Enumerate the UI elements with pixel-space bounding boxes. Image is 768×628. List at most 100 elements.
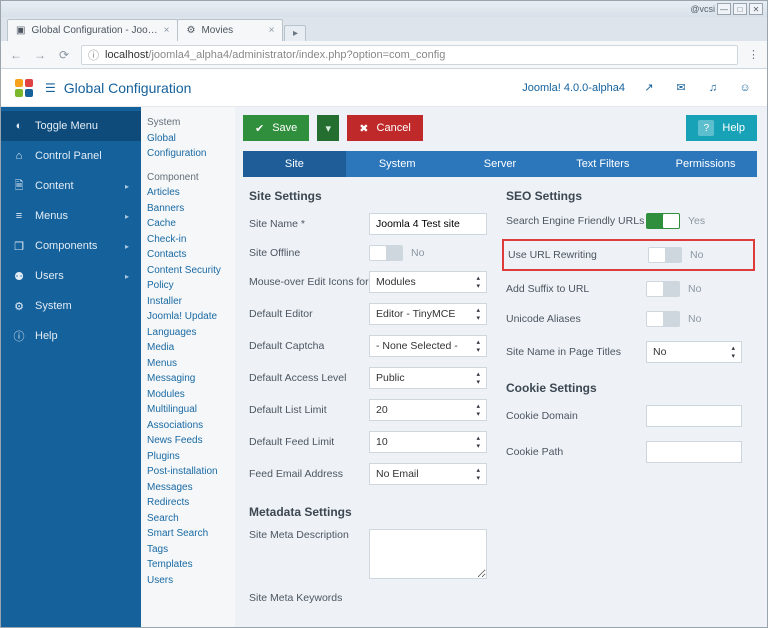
field-label: Use URL Rewriting: [508, 249, 648, 261]
suffix-toggle[interactable]: [646, 281, 680, 297]
sidebar-toggle-menu[interactable]: ◐Toggle Menu: [1, 111, 141, 141]
home-icon: ⌂: [13, 150, 25, 162]
site-name-input[interactable]: [369, 213, 487, 235]
tab-server[interactable]: Server: [449, 151, 552, 177]
subnav-list: ArticlesBannersCacheCheck-inContactsCont…: [147, 185, 231, 588]
browser-tab[interactable]: ▣ Global Configuration - Joo… ×: [7, 19, 178, 41]
field-label: Site Name *: [249, 218, 369, 230]
external-link-icon[interactable]: ↗: [641, 81, 657, 94]
help-button[interactable]: ?Help: [686, 115, 757, 141]
access-select[interactable]: Public▴▾: [369, 367, 487, 389]
window-maximize-button[interactable]: □: [733, 3, 747, 15]
subnav-item[interactable]: Articles: [147, 185, 231, 201]
browser-tab[interactable]: ⚙ Movies ×: [177, 19, 283, 41]
question-icon: ?: [698, 120, 714, 136]
address-bar[interactable]: ⓘ localhost/joomla4_alpha4/administrator…: [81, 45, 738, 65]
mail-icon[interactable]: ✉: [673, 81, 689, 94]
toggle-state: No: [690, 249, 703, 261]
subnav-item[interactable]: Multilingual Associations: [147, 402, 231, 433]
unicode-toggle[interactable]: [646, 311, 680, 327]
subnav-item[interactable]: Banners: [147, 201, 231, 217]
sidebar-item-label: Content: [35, 180, 74, 192]
browser-menu-button[interactable]: ⋮: [748, 48, 759, 61]
new-tab-button[interactable]: ▸: [284, 25, 306, 41]
editor-select[interactable]: Editor - TinyMCE▴▾: [369, 303, 487, 325]
sidebar-item-label: Menus: [35, 210, 68, 222]
cancel-button[interactable]: ✖Cancel: [347, 115, 422, 141]
sidebar-users[interactable]: ⚉Users▸: [1, 261, 141, 291]
subnav-item[interactable]: Contacts: [147, 247, 231, 263]
close-icon[interactable]: ×: [164, 25, 170, 36]
subnav-item[interactable]: Messaging: [147, 371, 231, 387]
browser-tabstrip: ▣ Global Configuration - Joo… × ⚙ Movies…: [1, 17, 767, 41]
subnav-item[interactable]: Cache: [147, 216, 231, 232]
subnav-item[interactable]: Joomla! Update: [147, 309, 231, 325]
subnav-item[interactable]: Modules: [147, 387, 231, 403]
site-offline-toggle[interactable]: [369, 245, 403, 261]
site-settings-heading: Site Settings: [249, 189, 494, 203]
back-button[interactable]: ←: [9, 48, 23, 62]
feed-limit-select[interactable]: 10▴▾: [369, 431, 487, 453]
subnav-item[interactable]: Users: [147, 573, 231, 589]
subnav-item[interactable]: Redirects: [147, 495, 231, 511]
subnav-item[interactable]: Content Security Policy: [147, 263, 231, 294]
window-titlebar: @vcsi — □ ✕: [1, 1, 767, 17]
subnav-global-config[interactable]: Global Configuration: [147, 131, 231, 162]
subnav-item[interactable]: Post-installation Messages: [147, 464, 231, 495]
list-limit-select[interactable]: 20▴▾: [369, 399, 487, 421]
forward-button[interactable]: →: [33, 48, 47, 62]
subnav-item[interactable]: News Feeds: [147, 433, 231, 449]
user-icon[interactable]: ☺: [737, 82, 753, 94]
sidebar-components[interactable]: ❒Components▸: [1, 231, 141, 261]
action-toolbar: ✔Save ▾ ✖Cancel ?Help: [243, 115, 757, 141]
updown-icon: ▴▾: [731, 345, 735, 360]
cookie-path-input[interactable]: [646, 441, 742, 463]
feed-email-select[interactable]: No Email▴▾: [369, 463, 487, 485]
window-close-button[interactable]: ✕: [749, 3, 763, 15]
subnav-item[interactable]: Menus: [147, 356, 231, 372]
field-label: Default Captcha: [249, 340, 369, 352]
field-label: Site Meta Description: [249, 529, 369, 541]
sidebar-system[interactable]: ⚙System: [1, 291, 141, 321]
reload-button[interactable]: ⟳: [57, 48, 71, 62]
url-host: localhost: [105, 49, 148, 61]
tab-system[interactable]: System: [346, 151, 449, 177]
window-minimize-button[interactable]: —: [717, 3, 731, 15]
bell-icon[interactable]: ♫: [705, 82, 721, 94]
save-dropdown-button[interactable]: ▾: [317, 115, 339, 141]
sidebar-help[interactable]: ⓘHelp: [1, 321, 141, 351]
sidebar-content[interactable]: 🗎Content▸: [1, 171, 141, 201]
meta-description-textarea[interactable]: [369, 529, 487, 579]
subnav-item[interactable]: Search: [147, 511, 231, 527]
captcha-select[interactable]: - None Selected -▴▾: [369, 335, 487, 357]
sidebar-menus[interactable]: ≡Menus▸: [1, 201, 141, 231]
close-icon[interactable]: ×: [269, 25, 275, 36]
sidebar-control-panel[interactable]: ⌂Control Panel: [1, 141, 141, 171]
tab-text-filters[interactable]: Text Filters: [551, 151, 654, 177]
sef-toggle[interactable]: [646, 213, 680, 229]
sidebar-item-label: Help: [35, 330, 58, 342]
subnav-item[interactable]: Installer: [147, 294, 231, 310]
chevron-right-icon: ▸: [125, 212, 129, 221]
mouseover-select[interactable]: Modules▴▾: [369, 271, 487, 293]
subnav-item[interactable]: Check-in: [147, 232, 231, 248]
sidebar-item-label: System: [35, 300, 72, 312]
subnav-item[interactable]: Smart Search: [147, 526, 231, 542]
tab-permissions[interactable]: Permissions: [654, 151, 757, 177]
subnav-item[interactable]: Templates: [147, 557, 231, 573]
url-rewriting-toggle[interactable]: [648, 247, 682, 263]
seo-settings-heading: SEO Settings: [506, 189, 751, 203]
sidebar-item-label: Components: [35, 240, 97, 252]
subnav-heading: Component: [147, 170, 231, 186]
subnav-item[interactable]: Media: [147, 340, 231, 356]
subnav-item[interactable]: Plugins: [147, 449, 231, 465]
browser-tab-label: Movies: [201, 25, 233, 36]
cookie-domain-input[interactable]: [646, 405, 742, 427]
subnav-item[interactable]: Tags: [147, 542, 231, 558]
joomla-logo[interactable]: [15, 79, 33, 97]
page-title-select[interactable]: No▴▾: [646, 341, 742, 363]
subnav-item[interactable]: Languages: [147, 325, 231, 341]
save-button[interactable]: ✔Save: [243, 115, 309, 141]
config-tabs: Site System Server Text Filters Permissi…: [243, 151, 757, 177]
tab-site[interactable]: Site: [243, 151, 346, 177]
